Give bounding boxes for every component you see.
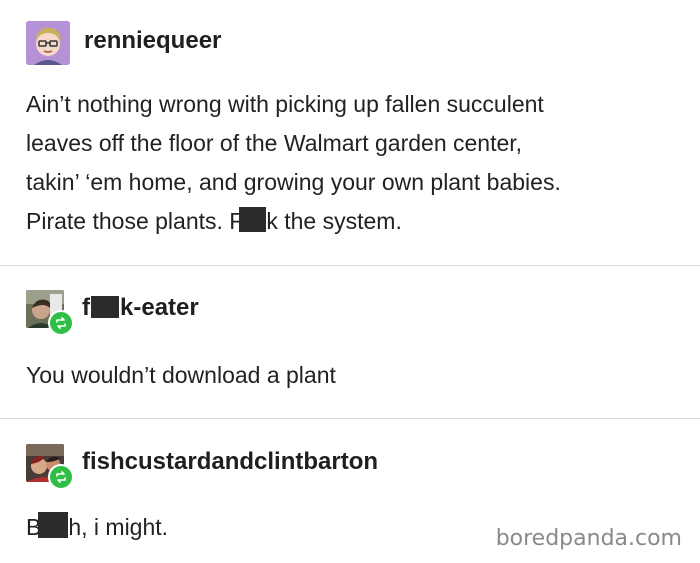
reblog-badge [48, 310, 74, 336]
censor-bar [38, 512, 69, 538]
text-segment: Pirate those plants. F [26, 208, 244, 234]
avatar[interactable] [26, 444, 74, 490]
text-line: Pirate those plants. F k the system. [26, 202, 561, 241]
divider [0, 418, 700, 419]
post-body: Ain’t nothing wrong with picking up fall… [26, 85, 561, 241]
avatar[interactable] [26, 21, 70, 65]
username-segment: f [82, 294, 90, 321]
watermark: boredpanda.com [495, 526, 682, 551]
post-body: You wouldn’t download a plant [26, 362, 336, 388]
text-segment: h, i might. [68, 514, 169, 540]
text-line: takin’ ‘em home, and growing your own pl… [26, 169, 561, 195]
text-segment: k the system. [266, 208, 402, 234]
username-segment: k-eater [120, 294, 199, 321]
post-body: Bh, i might. [26, 508, 168, 547]
username[interactable]: fishcustardandclintbarton [82, 448, 378, 476]
reblog-badge [48, 464, 74, 490]
text-line: leaves off the floor of the Walmart gard… [26, 130, 523, 156]
username[interactable]: renniequeer [84, 27, 221, 55]
username[interactable]: f k-eater [82, 294, 199, 322]
censor-bar [91, 296, 119, 318]
avatar[interactable] [26, 290, 74, 336]
reblog-icon [56, 471, 66, 483]
divider [0, 265, 700, 266]
reblog-icon [56, 317, 66, 329]
censor-bar [239, 207, 267, 232]
text-line: Ain’t nothing wrong with picking up fall… [26, 91, 544, 117]
avatar-icon [26, 21, 70, 65]
